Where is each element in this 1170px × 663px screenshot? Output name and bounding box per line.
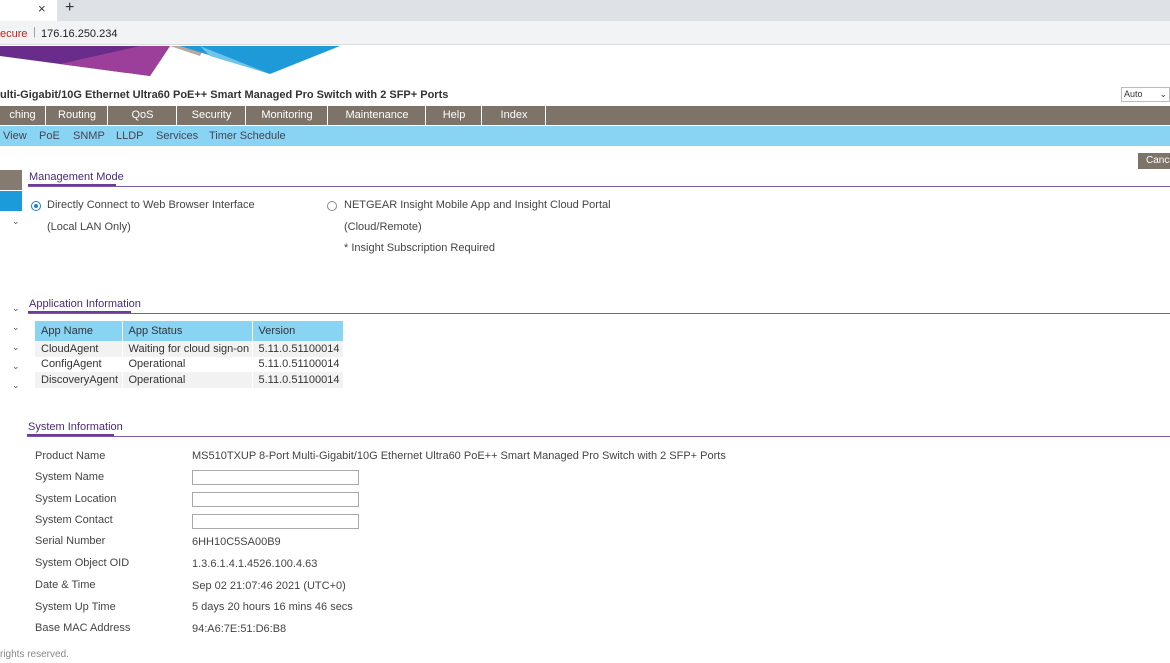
date-time-value: Sep 02 21:07:46 2021 (UTC+0)	[192, 580, 346, 592]
option-local-label: Directly Connect to Web Browser Interfac…	[47, 199, 255, 211]
language-select-value: Auto	[1124, 89, 1143, 99]
option-cloud-subscription-note: * Insight Subscription Required	[344, 242, 496, 254]
nav-qos[interactable]: QoS	[109, 106, 177, 125]
col-app-status: App Status	[122, 321, 253, 341]
address-bar[interactable]: ecure | 176.16.250.234	[0, 21, 1170, 45]
table-row: DiscoveryAgent Operational 5.11.0.511000…	[35, 372, 344, 388]
url-text[interactable]: 176.16.250.234	[41, 28, 117, 40]
application-info-heading: Application Information	[29, 298, 141, 310]
brand-banner	[0, 46, 340, 76]
page-title: ulti-Gigabit/10G Ethernet Ultra60 PoE++ …	[0, 89, 449, 101]
nav-security[interactable]: Security	[178, 106, 246, 125]
subnav-lldp[interactable]: LLDP	[116, 126, 144, 146]
radio-local-lan[interactable]	[31, 201, 41, 211]
system-info-heading: System Information	[28, 421, 123, 433]
up-time-label: System Up Time	[35, 601, 116, 613]
radio-insight-cloud[interactable]	[327, 201, 337, 211]
up-time-value: 5 days 20 hours 16 mins 46 secs	[192, 601, 353, 613]
subnav-snmp[interactable]: SNMP	[73, 126, 105, 146]
product-name-label: Product Name	[35, 450, 106, 462]
serial-number-value: 6HH10C5SA00B9	[192, 536, 281, 548]
chevron-down-icon[interactable]: ⌄	[12, 380, 20, 391]
copyright-footer: rights reserved.	[0, 649, 69, 660]
nav-switching[interactable]: ching	[0, 106, 46, 125]
system-name-field[interactable]	[192, 470, 359, 485]
option-cloud-label: NETGEAR Insight Mobile App and Insight C…	[344, 199, 611, 211]
chevron-down-icon[interactable]: ⌄	[12, 216, 20, 227]
subnav-timer-schedule[interactable]: Timer Schedule	[209, 126, 286, 146]
option-cloud-note: (Cloud/Remote)	[344, 221, 422, 233]
object-oid-label: System Object OID	[35, 557, 130, 569]
new-tab-icon[interactable]: +	[65, 0, 74, 17]
system-name-label: System Name	[35, 471, 105, 483]
base-mac-label: Base MAC Address	[35, 622, 131, 634]
serial-number-label: Serial Number	[35, 535, 106, 547]
left-menu-header	[0, 170, 22, 190]
nav-index[interactable]: Index	[483, 106, 546, 125]
nav-routing[interactable]: Routing	[47, 106, 108, 125]
cell-version: 5.11.0.51100014	[252, 372, 344, 388]
chevron-down-icon[interactable]: ⌄	[12, 303, 20, 314]
subnav-poe[interactable]: PoE	[39, 126, 60, 146]
application-table: App Name App Status Version CloudAgent W…	[35, 321, 344, 388]
management-mode-heading: Management Mode	[29, 171, 124, 183]
option-local-note: (Local LAN Only)	[47, 221, 131, 233]
cell-version: 5.11.0.51100014	[252, 356, 344, 372]
chevron-down-icon[interactable]: ⌄	[12, 322, 20, 333]
section-divider	[28, 313, 1170, 314]
cell-app-status: Operational	[122, 356, 253, 372]
close-tab-icon[interactable]: ×	[38, 1, 46, 16]
nav-help[interactable]: Help	[427, 106, 482, 125]
section-divider	[28, 186, 1170, 187]
system-contact-label: System Contact	[35, 514, 113, 526]
chevron-down-icon[interactable]: ⌄	[12, 361, 20, 372]
cell-app-status: Waiting for cloud sign-on	[122, 341, 253, 357]
system-contact-field[interactable]	[192, 514, 359, 529]
subnav-view[interactable]: View	[3, 126, 27, 146]
not-secure-label[interactable]: ecure	[0, 28, 28, 40]
browser-tabstrip: × +	[0, 0, 1170, 21]
cell-version: 5.11.0.51100014	[252, 341, 344, 357]
chevron-down-icon[interactable]: ⌄	[12, 342, 20, 353]
system-location-field[interactable]	[192, 492, 359, 507]
product-name-value: MS510TXUP 8-Port Multi-Gigabit/10G Ether…	[192, 450, 726, 462]
cancel-button[interactable]: Cance	[1138, 153, 1170, 169]
chevron-down-icon: ⌄	[1159, 89, 1167, 99]
cell-app-name: DiscoveryAgent	[35, 372, 123, 388]
address-separator: |	[33, 26, 36, 38]
left-menu-item-selected[interactable]	[0, 191, 22, 211]
col-app-name: App Name	[35, 321, 123, 341]
section-divider	[27, 436, 1170, 437]
date-time-label: Date & Time	[35, 579, 96, 591]
table-row: CloudAgent Waiting for cloud sign-on 5.1…	[35, 341, 344, 357]
cell-app-status: Operational	[122, 372, 253, 388]
base-mac-value: 94:A6:7E:51:D6:B8	[192, 623, 287, 635]
table-row: ConfigAgent Operational 5.11.0.51100014	[35, 356, 344, 372]
col-version: Version	[252, 321, 344, 341]
subnav-services[interactable]: Services	[156, 126, 198, 146]
language-select[interactable]: Auto ⌄	[1121, 87, 1170, 102]
cell-app-name: CloudAgent	[35, 341, 123, 357]
nav-monitoring[interactable]: Monitoring	[247, 106, 328, 125]
main-nav: ching Routing QoS Security Monitoring Ma…	[0, 106, 1170, 125]
cell-app-name: ConfigAgent	[35, 356, 123, 372]
system-location-label: System Location	[35, 493, 117, 505]
sub-nav: View PoE SNMP LLDP Services Timer Schedu…	[0, 126, 1170, 146]
browser-tab[interactable]: ×	[0, 0, 57, 21]
object-oid-value: 1.3.6.1.4.1.4526.100.4.63	[192, 558, 318, 570]
nav-maintenance[interactable]: Maintenance	[329, 106, 426, 125]
